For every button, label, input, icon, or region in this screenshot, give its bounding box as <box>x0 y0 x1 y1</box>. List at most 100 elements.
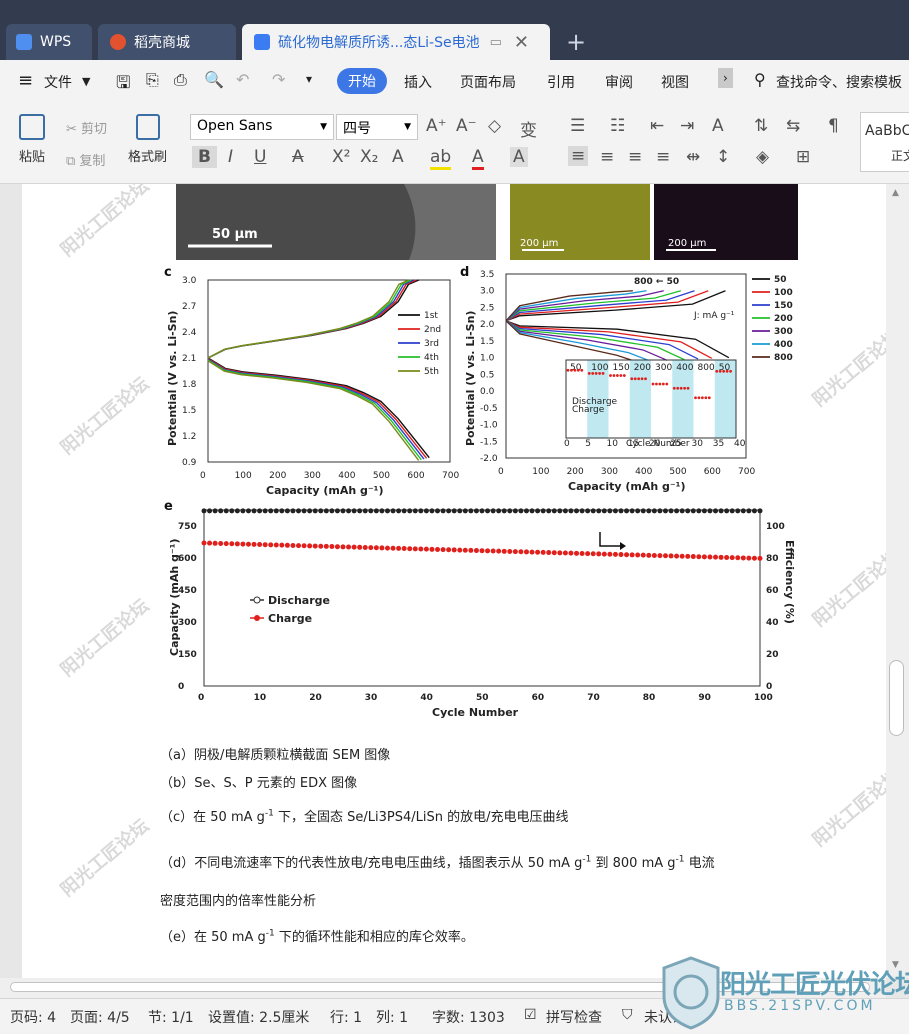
status-word-count[interactable]: 字数: 1303 <box>432 1007 505 1027</box>
chevron-down-icon[interactable]: ▼ <box>82 75 90 88</box>
scroll-up-icon[interactable]: ▲ <box>892 188 899 198</box>
shading-icon[interactable]: ◈ <box>756 147 769 167</box>
tab-daoke-store[interactable]: 稻壳商城 <box>98 24 236 60</box>
cut-button[interactable]: ✂ 剪切 <box>66 118 107 137</box>
vertical-scrollbar[interactable]: ▲ ▼ <box>886 184 909 978</box>
y2-tick-label: 0 <box>766 682 772 692</box>
clear-format-icon[interactable]: ◇ <box>488 116 501 136</box>
document-page[interactable]: 50 μm 200 μm 200 μm c d e 0 100 200 300 400 5… <box>22 184 886 978</box>
more-icon[interactable]: ▾ <box>306 72 312 86</box>
show-marks-icon[interactable]: ¶ <box>828 116 839 136</box>
border-icon[interactable]: ⊞ <box>796 147 810 167</box>
menu-home[interactable]: 开始 <box>337 68 387 94</box>
line-spacing-icon[interactable]: ⇆ <box>786 116 800 136</box>
font-size-select[interactable]: 四号 ▼ <box>336 114 418 140</box>
paragraph-spacing-icon[interactable]: ↕ <box>716 147 730 167</box>
menu-reference[interactable]: 引用 <box>547 72 575 92</box>
decrease-font-icon[interactable]: A⁻ <box>456 116 477 136</box>
efficiency-point <box>490 508 496 514</box>
status-col[interactable]: 列: 1 <box>376 1007 408 1027</box>
caption-c-rest: 下，全固态 Se/Li3PS4/LiSn 的放电/充电电压曲线 <box>273 810 569 825</box>
distributed-icon[interactable]: ⇹ <box>686 147 700 167</box>
status-spell-check[interactable]: 拼写检查 <box>546 1007 602 1027</box>
y-tick-label: -0.5 <box>480 404 498 414</box>
indent-icon[interactable]: ⇥ <box>680 116 694 136</box>
bold-icon[interactable]: B <box>192 146 217 168</box>
align-right-icon[interactable]: ≡ <box>628 147 642 167</box>
pinyin-icon[interactable]: 变 <box>520 116 537 141</box>
hamburger-icon[interactable]: ≡ <box>18 70 33 91</box>
close-icon[interactable]: ✕ <box>514 32 529 53</box>
numbered-list-icon[interactable]: ☷ <box>610 116 625 136</box>
text-effect-icon[interactable]: A <box>392 147 404 167</box>
status-row[interactable]: 行: 1 <box>330 1007 362 1027</box>
menu-file[interactable]: 文件 <box>44 72 72 92</box>
shield-icon[interactable]: ⛉ <box>622 1007 633 1023</box>
spell-check-icon[interactable]: ☑ <box>524 1007 537 1023</box>
charge-point <box>551 550 557 556</box>
bullet-list-icon[interactable]: ☰ <box>570 116 585 136</box>
menu-review[interactable]: 审阅 <box>605 72 633 92</box>
align-center-icon[interactable]: ≡ <box>600 147 614 167</box>
status-section[interactable]: 节: 1/1 <box>148 1007 194 1027</box>
charge-point <box>629 552 635 558</box>
menu-view[interactable]: 视图 <box>661 72 689 92</box>
italic-icon[interactable]: I <box>228 147 233 167</box>
export-pdf-icon[interactable]: ⎘ <box>146 70 159 90</box>
menu-page-layout[interactable]: 页面布局 <box>460 72 516 92</box>
char-shading-icon[interactable]: A <box>510 147 528 167</box>
style-normal[interactable]: AaBbC 正文 <box>860 112 909 172</box>
caption-a: （a）阴极/电解质颗粒横截面 SEM 图像 <box>160 748 391 763</box>
align-left-icon[interactable]: ≡ <box>568 146 589 166</box>
redo-icon[interactable]: ↷ <box>272 70 285 89</box>
highlight-icon[interactable]: ab <box>430 147 452 170</box>
y-tick-label: 2.4 <box>182 328 197 338</box>
y2-tick-label: 80 <box>766 554 779 564</box>
status-page[interactable]: 页面: 4/5 <box>70 1007 130 1027</box>
charge-point <box>251 541 257 547</box>
copy-button[interactable]: ⧉ 复制 <box>66 150 105 169</box>
format-painter-button[interactable]: 格式刷 <box>128 114 167 165</box>
subscript-icon[interactable]: X₂ <box>360 147 378 167</box>
font-name-select[interactable]: Open Sans ▼ <box>190 114 334 140</box>
strikethrough-icon[interactable]: A <box>292 147 304 167</box>
menu-insert[interactable]: 插入 <box>404 72 432 92</box>
print-icon[interactable]: ⎙ <box>174 70 187 90</box>
save-icon[interactable]: 🖫 <box>116 70 130 99</box>
text-direction-icon[interactable]: A <box>712 116 724 136</box>
legend-label-charge: Charge <box>268 612 312 625</box>
tab-wps[interactable]: WPS <box>6 24 92 60</box>
justify-icon[interactable]: ≡ <box>656 147 670 167</box>
tab-document[interactable]: 硫化物电解质所诱...态Li-Se电池 ▭ ✕ <box>242 24 550 60</box>
status-page-code[interactable]: 页码: 4 <box>10 1007 56 1027</box>
font-color-icon[interactable]: A <box>472 147 484 170</box>
new-tab-icon[interactable]: + <box>566 28 586 56</box>
status-setting[interactable]: 设置值: 2.5厘米 <box>208 1007 309 1027</box>
efficiency-point <box>257 508 263 514</box>
outdent-icon[interactable]: ⇤ <box>650 116 664 136</box>
undo-icon[interactable]: ↶ <box>236 70 249 89</box>
scroll-thumb[interactable] <box>889 660 904 736</box>
menu-scroll-right[interactable]: › <box>718 68 733 88</box>
print-preview-icon[interactable]: 🔍 <box>204 70 224 89</box>
y-tick-label: 0.5 <box>480 370 494 380</box>
charge-point <box>240 541 246 547</box>
underline-icon[interactable]: U <box>254 147 266 167</box>
efficiency-point <box>496 508 502 514</box>
efficiency-point <box>245 508 251 514</box>
charge-point <box>351 544 357 550</box>
paste-button[interactable]: 粘贴 <box>12 114 52 165</box>
efficiency-point <box>685 508 691 514</box>
search-command[interactable]: 查找命令、搜索模板 <box>776 72 902 92</box>
y-tick-label: 0 <box>178 682 184 692</box>
increase-font-icon[interactable]: A⁺ <box>426 116 447 136</box>
superscript-icon[interactable]: X² <box>332 147 350 167</box>
inset-rate-label: 150 <box>613 363 630 373</box>
search-icon[interactable]: ⚲ <box>754 70 766 89</box>
charge-point <box>579 550 585 556</box>
efficiency-point <box>485 508 491 514</box>
inset-charge-point <box>661 382 665 386</box>
sort-icon[interactable]: ⇅ <box>754 116 768 136</box>
monitor-icon[interactable]: ▭ <box>490 35 502 50</box>
inset-rate-label: 800 <box>698 363 715 373</box>
